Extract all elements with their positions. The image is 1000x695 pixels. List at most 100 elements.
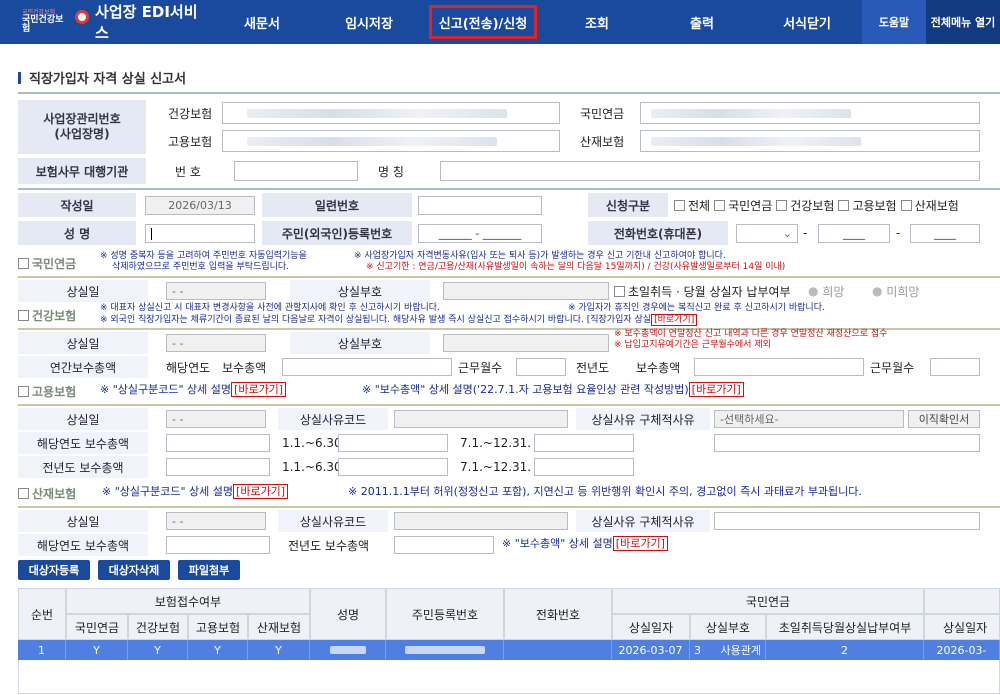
health-note-3: ※ 외국인 직장가입자는 체류기간이 종료된 날의 다음날로 자격이 상실됩니다… (100, 314, 698, 326)
apply-pension-checkbox[interactable]: 국민연금 (714, 197, 772, 214)
row-pension: Y (66, 640, 128, 660)
health-note-5: ※ 납입고지유예기간은 근무월수에서 제외 (614, 340, 771, 350)
industrial-section-title[interactable]: 산재보험 (18, 484, 76, 502)
apply-health-label: 건강보험 (790, 198, 835, 213)
prev-months-input[interactable] (930, 358, 980, 376)
industrial-note-1-text: ※ "상실구분코드" 상세 설명 (102, 485, 234, 498)
employment-link-2[interactable]: [바로가기] (688, 382, 744, 397)
nav-temp-save[interactable]: 임시저장 (314, 0, 424, 44)
nav-print[interactable]: 출력 (652, 0, 752, 44)
text-cursor (151, 227, 152, 240)
checkbox-icon (900, 199, 912, 211)
hope-label: 희망 (822, 284, 845, 299)
emp-cur-period-2-input[interactable] (534, 434, 634, 452)
apply-health-checkbox[interactable]: 건강보험 (776, 197, 834, 214)
prev-months-label: 근무월수 (870, 360, 915, 375)
nav-new-document[interactable]: 새문서 (210, 0, 314, 44)
row-health: Y (128, 640, 188, 660)
all-menu-button[interactable]: 전체메뉴 열기 (926, 0, 1000, 44)
health-biz-input[interactable] (222, 102, 560, 124)
emp-reason-detail-input[interactable] (714, 434, 980, 452)
health-section-title[interactable]: 건강보험 (18, 306, 76, 324)
row-industrial: Y (248, 640, 310, 660)
emp-prev-period-1-input[interactable] (338, 458, 448, 476)
apply-industrial-label: 산재보험 (914, 198, 959, 213)
masked-value (247, 109, 507, 118)
health-loss-date-input[interactable]: - - (166, 334, 266, 352)
pension-section-title[interactable]: 국민연금 (18, 254, 76, 272)
divider (18, 506, 1000, 508)
cur-pay-input[interactable] (282, 358, 452, 376)
ind-reason-code-select[interactable] (394, 512, 568, 530)
ind-loss-date-input[interactable]: - - (166, 512, 266, 530)
pension-loss-code-select[interactable] (443, 282, 609, 300)
ind-reason-detail-input[interactable] (714, 512, 980, 530)
ind-prev-pay-input[interactable] (394, 536, 494, 554)
delete-target-button[interactable]: 대상자삭제 (98, 560, 170, 580)
phone-separator: - (896, 226, 901, 240)
apply-all-label: 전체 (688, 198, 711, 213)
row-loss-code-text: 사용관계 (720, 644, 761, 657)
health-link[interactable]: [바로가기] (651, 314, 698, 326)
row-employment: Y (188, 640, 248, 660)
emp-reason-code-select[interactable] (394, 410, 568, 428)
industrial-link-2[interactable]: [바로가기] (612, 536, 668, 551)
emp-reason-detail-select[interactable]: -선택하세요- (714, 410, 904, 428)
add-target-button[interactable]: 대상자등록 (18, 560, 90, 580)
phone-prefix-select[interactable]: ⌄ (736, 224, 798, 243)
date-input[interactable]: 2026/03/13 (145, 196, 255, 215)
emp-prev-pay-input[interactable] (166, 458, 270, 476)
ind-reason-code-label: 상실사유코드 (278, 510, 388, 532)
emp-prev-period-2-input[interactable] (534, 458, 634, 476)
employment-link-1[interactable]: [바로가기] (231, 382, 287, 397)
table-body-empty (18, 660, 1000, 694)
apply-industrial-checkbox[interactable]: 산재보험 (900, 197, 959, 214)
phone-last-input[interactable]: ____ (910, 224, 980, 243)
checkbox-icon (838, 199, 850, 211)
nav-close-form[interactable]: 서식닫기 (752, 0, 862, 44)
masked-value (247, 137, 497, 146)
no-hope-radio[interactable]: ● 미희망 (872, 280, 919, 302)
prev-pay-input[interactable] (694, 358, 864, 376)
industrial-biz-input[interactable] (640, 130, 980, 152)
agency-number-input[interactable] (234, 161, 358, 181)
checkbox-icon[interactable] (614, 285, 625, 297)
emp-cur-period-1-input[interactable] (338, 434, 448, 452)
brand: 국민건강보험 국민건강보험 사업장 EDI서비스 (0, 0, 210, 44)
ind-cur-pay-input[interactable] (166, 536, 270, 554)
pension-biz-input[interactable] (640, 102, 980, 124)
apply-all-checkbox[interactable]: 전체 (674, 197, 710, 214)
divider (18, 92, 1000, 94)
serial-input[interactable] (418, 196, 542, 215)
row-rrn (386, 640, 504, 660)
health-note-2: ※ 가입자가 휴직인 경우에는 복직신고 완료 후 신고하시기 바랍니다. (568, 303, 825, 313)
name-input[interactable] (145, 224, 255, 243)
rrn-input[interactable]: ______ - _______ (418, 224, 542, 243)
health-loss-code-select[interactable] (443, 334, 609, 352)
cur-months-input[interactable] (516, 358, 566, 376)
pension-section-label: 국민연금 (32, 256, 77, 271)
employment-biz-input[interactable] (222, 130, 560, 152)
masked-value (651, 137, 861, 146)
job-change-confirm-button[interactable]: 이직확인서 (908, 410, 980, 428)
employment-section-title[interactable]: 고용보험 (18, 382, 76, 400)
divider (18, 276, 1000, 278)
phone-mid-input[interactable]: ____ (818, 224, 890, 243)
attach-file-button[interactable]: 파일첨부 (178, 560, 240, 580)
industrial-label: 산재보험 (580, 134, 625, 149)
agency-name-input[interactable] (440, 161, 980, 181)
row-seq: 1 (18, 640, 66, 660)
nav-submit[interactable]: 신고(전송)/신청 (424, 0, 542, 44)
apply-employment-checkbox[interactable]: 고용보험 (838, 197, 897, 214)
agency-name-label: 명 칭 (378, 164, 404, 179)
emp-loss-date-input[interactable]: - - (166, 410, 266, 428)
col-rrn: 주민등록번호 (386, 588, 504, 640)
nav-inquiry[interactable]: 조회 (542, 0, 652, 44)
employment-note-2: ※ "보수총액" 상세 설명('22.7.1.자 고용보험 요율인상 관련 작성… (362, 382, 744, 397)
emp-cur-pay-input[interactable] (166, 434, 270, 452)
hope-radio[interactable]: ● 희망 (808, 280, 844, 302)
pension-loss-date-input[interactable]: - - (166, 282, 266, 300)
industrial-link-1[interactable]: [바로가기] (233, 484, 289, 499)
logo-text: 국민건강보험 (22, 15, 64, 34)
help-button[interactable]: 도움말 (862, 0, 926, 44)
